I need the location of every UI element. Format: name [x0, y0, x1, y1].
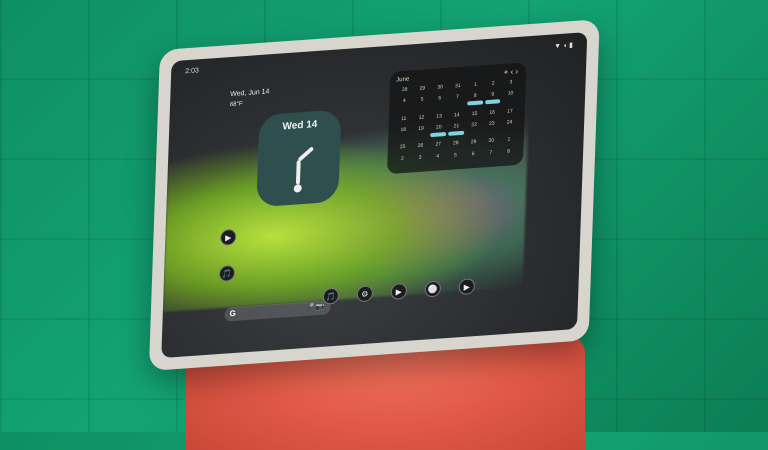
calendar-day[interactable]: 30 — [483, 138, 499, 148]
mic-icon[interactable]: 🎤 — [306, 303, 315, 312]
calendar-day[interactable]: 2 — [485, 80, 501, 90]
left-shortcut-icons: ▶ 🎵 — [218, 228, 237, 283]
calendar-day[interactable]: 20 — [430, 124, 447, 140]
calendar-day[interactable]: 22 — [466, 121, 482, 137]
calendar-day[interactable]: 29 — [414, 85, 430, 95]
calendar-day[interactable]: 2 — [394, 155, 410, 165]
calendar-day[interactable]: 10 — [502, 90, 518, 106]
status-bar-right: ▼ ◖ ▮ — [553, 42, 574, 51]
calendar-grid: 28 29 30 31 1 2 3 4 5 6 7 8 9 10 11 12 13 14 15 16 17 18 19 20 2… — [394, 79, 519, 166]
calendar-day[interactable]: 1 — [467, 81, 483, 91]
status-bar-left: 2:03 — [185, 67, 199, 76]
tablet-device: 2:03 ▼ ◖ ▮ Wed, Jun 14 68°F Wed 14 June … — [148, 19, 600, 371]
calendar-day[interactable]: 9 — [484, 91, 501, 107]
play-icon[interactable]: ▶ — [219, 228, 237, 246]
calendar-day[interactable]: 18 — [395, 126, 411, 142]
dock-app-icon-5[interactable]: ▶ — [458, 278, 476, 296]
calendar-day[interactable]: 27 — [430, 141, 446, 151]
calendar-day[interactable]: 25 — [395, 144, 411, 154]
calendar-day[interactable]: 3 — [503, 79, 519, 89]
date-widget: Wed, Jun 14 — [230, 88, 270, 99]
calendar-day[interactable]: 12 — [413, 114, 429, 124]
dock-app-icon-3[interactable]: ▶ — [390, 282, 408, 300]
calendar-day[interactable]: 26 — [412, 143, 428, 153]
calendar-day[interactable]: 5 — [447, 151, 463, 161]
calendar-event[interactable] — [484, 99, 501, 105]
calendar-day[interactable]: 17 — [502, 108, 518, 118]
calendar-day[interactable]: 8 — [500, 148, 516, 158]
dock-app-icon-2[interactable]: ⚙ — [356, 285, 374, 303]
calendar-day[interactable]: 6 — [465, 150, 481, 160]
calendar-day[interactable]: 14 — [449, 111, 465, 121]
calendar-day[interactable]: 13 — [431, 113, 447, 123]
clock-label: Wed 14 — [282, 118, 318, 133]
calendar-day[interactable]: 3 — [412, 154, 428, 164]
calendar-day[interactable]: 30 — [432, 84, 448, 94]
calendar-day[interactable]: 28 — [397, 86, 413, 96]
weather-widget: 68°F — [229, 101, 243, 109]
calendar-widget[interactable]: June + ‹ › 28 29 30 31 1 2 3 4 5 6 7 8 9 10 11 12 13 14 15… — [386, 62, 527, 175]
dock-app-icon-4[interactable]: ⚪ — [424, 280, 442, 298]
calendar-day[interactable]: 5 — [414, 96, 430, 112]
calendar-day[interactable]: 7 — [483, 149, 499, 159]
calendar-event[interactable] — [430, 131, 447, 138]
clock-minute-hand — [297, 146, 315, 162]
calendar-day[interactable]: 8 — [466, 93, 483, 109]
clock-center-dot — [293, 184, 302, 193]
calendar-day[interactable]: 16 — [484, 109, 500, 119]
calendar-day[interactable]: 6 — [431, 95, 447, 111]
tablet-screen: 2:03 ▼ ◖ ▮ Wed, Jun 14 68°F Wed 14 June … — [161, 32, 588, 359]
calendar-day[interactable]: 31 — [450, 83, 466, 93]
music-icon[interactable]: 🎵 — [218, 264, 236, 283]
calendar-day[interactable]: 24 — [501, 119, 517, 135]
calendar-day[interactable]: 21 — [448, 123, 465, 139]
calendar-month: June — [396, 76, 410, 84]
google-icon[interactable]: G — [229, 309, 236, 318]
calendar-day[interactable]: 4 — [396, 98, 412, 114]
calendar-day[interactable]: 19 — [413, 125, 429, 141]
calendar-day[interactable]: 23 — [484, 120, 500, 136]
calendar-day[interactable]: 1 — [501, 136, 517, 146]
calendar-day[interactable]: 4 — [430, 153, 446, 163]
calendar-controls[interactable]: + ‹ › — [504, 67, 519, 77]
clock-hour-hand — [295, 160, 301, 185]
dock-app-icon-1[interactable]: 🎵 — [322, 287, 340, 305]
clock-widget[interactable]: Wed 14 — [256, 109, 342, 208]
calendar-day[interactable]: 7 — [449, 94, 465, 110]
calendar-day[interactable]: 28 — [448, 140, 464, 150]
calendar-event[interactable] — [466, 100, 483, 106]
calendar-day[interactable]: 15 — [466, 110, 482, 120]
calendar-day[interactable]: 29 — [465, 139, 481, 149]
calendar-event[interactable] — [448, 130, 465, 136]
calendar-day[interactable]: 11 — [396, 115, 412, 125]
